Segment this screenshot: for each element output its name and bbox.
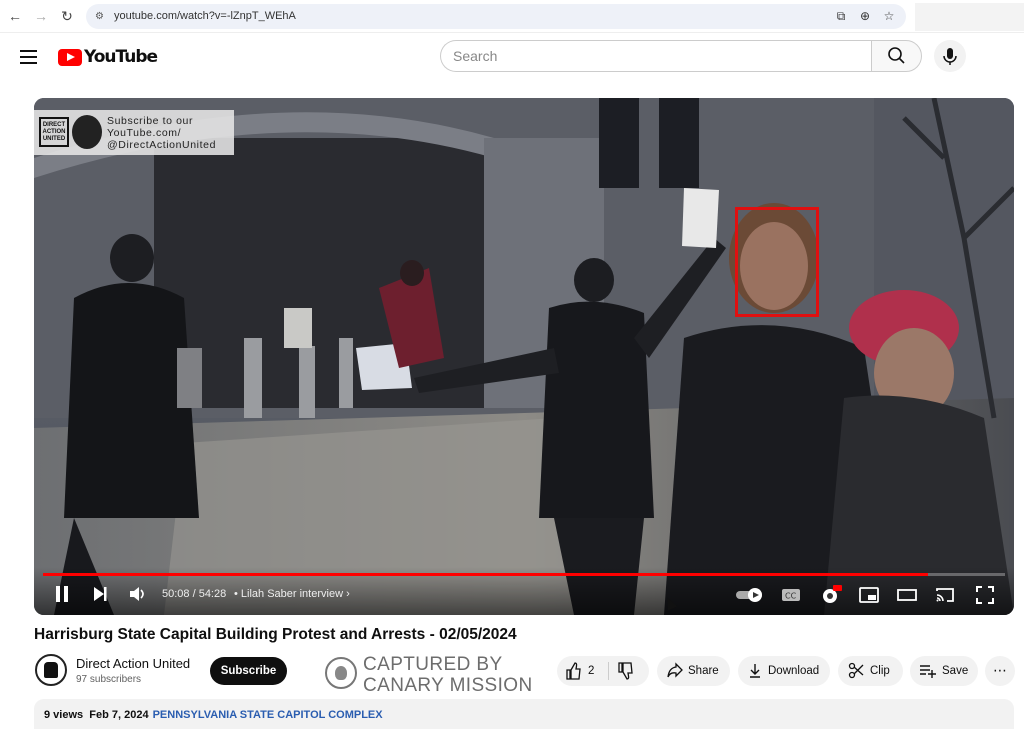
progress-bar[interactable]: [43, 573, 1005, 576]
voice-search-button[interactable]: [934, 40, 966, 72]
clip-button[interactable]: Clip: [838, 656, 903, 686]
save-button[interactable]: Save: [910, 656, 978, 686]
face-highlight-box: [735, 207, 819, 317]
channel-name[interactable]: Direct Action United: [76, 656, 190, 671]
reload-icon[interactable]: ↻: [58, 7, 76, 25]
download-label: Download: [768, 665, 820, 677]
next-icon[interactable]: [90, 585, 110, 609]
autoplay-toggle[interactable]: [734, 587, 766, 609]
time-display: 50:08 / 54:28: [162, 588, 227, 600]
scissors-icon: [848, 656, 864, 694]
watermark-text: CAPTURED BY CANARY MISSION: [363, 654, 533, 696]
watermark-line-1: CAPTURED BY: [363, 654, 503, 675]
forward-arrow-icon[interactable]: →: [32, 7, 50, 25]
chevron-right-icon: ›: [346, 588, 350, 600]
zoom-icon[interactable]: ⊕: [857, 9, 873, 23]
like-icon[interactable]: [566, 656, 582, 694]
video-frame: [34, 98, 1014, 615]
subscribe-button[interactable]: Subscribe: [210, 657, 287, 685]
channel-watermark-overlay: DIRECT ACTION UNITED Subscribe to our Yo…: [34, 110, 234, 155]
like-count[interactable]: 2: [588, 656, 594, 686]
chapter-label: • Lilah Saber interview: [234, 588, 344, 600]
share-arrow-icon: [666, 656, 684, 694]
browser-toolbar: ← → ↻ ⚙ youtube.com/watch?v=-lZnpT_WEhA …: [0, 0, 1024, 33]
site-info-icon[interactable]: ⚙: [95, 11, 107, 22]
miniplayer-icon[interactable]: [858, 587, 880, 609]
search-icon: [888, 47, 905, 64]
address-bar[interactable]: ⚙ youtube.com/watch?v=-lZnpT_WEhA ⧉ ⊕ ☆: [86, 4, 906, 29]
canary-logo-icon: [325, 657, 357, 689]
overlay-line-2: YouTube.com/: [107, 127, 182, 139]
save-label: Save: [942, 665, 969, 677]
search-box: [440, 40, 872, 72]
overlay-line-1: Subscribe to our: [107, 115, 194, 127]
watermark-line-2: CANARY MISSION: [363, 675, 533, 696]
youtube-header: YouTube: [0, 34, 1024, 78]
chapter-title[interactable]: • Lilah Saber interview ›: [234, 588, 350, 600]
back-arrow-icon[interactable]: ←: [6, 7, 24, 25]
add-to-playlist-icon: [919, 656, 937, 694]
like-dislike-group: 2: [557, 656, 649, 686]
theater-mode-icon[interactable]: [896, 587, 918, 609]
search-button[interactable]: [871, 40, 922, 72]
fist-logo-icon: [72, 115, 102, 149]
download-button[interactable]: Download: [738, 656, 830, 686]
download-icon: [748, 656, 762, 694]
dislike-icon[interactable]: [618, 656, 634, 694]
more-actions-icon[interactable]: ⋯: [985, 656, 1015, 686]
install-app-icon[interactable]: ⧉: [833, 9, 849, 24]
settings-gear-icon[interactable]: [820, 585, 842, 611]
direct-action-logo: DIRECT ACTION UNITED: [39, 117, 69, 147]
progress-fill: [43, 573, 929, 576]
microphone-icon: [943, 48, 957, 65]
share-button[interactable]: Share: [657, 656, 730, 686]
description-meta: 9 views Feb 7, 2024 PENNSYLVANIA STATE CA…: [44, 709, 383, 721]
video-title: Harrisburg State Capital Building Protes…: [34, 626, 517, 643]
youtube-logo[interactable]: YouTube: [58, 47, 158, 67]
share-label: Share: [688, 665, 719, 677]
svg-text:CC: CC: [785, 592, 797, 601]
location-tag[interactable]: PENNSYLVANIA STATE CAPITOL COMPLEX: [153, 709, 383, 721]
url-text: youtube.com/watch?v=-lZnpT_WEhA: [114, 10, 296, 22]
upload-date: Feb 7, 2024: [89, 709, 149, 721]
overlay-subscribe-text: Subscribe to our YouTube.com/ @DirectAct…: [107, 115, 216, 151]
subscriber-count: 97 subscribers: [76, 674, 142, 685]
pause-icon[interactable]: [52, 585, 72, 609]
search-input[interactable]: [453, 41, 853, 71]
clip-label: Clip: [870, 665, 890, 677]
logo-text: YouTube: [84, 47, 158, 67]
closed-captions-icon[interactable]: CC: [780, 587, 802, 609]
channel-avatar[interactable]: [35, 654, 67, 686]
menu-icon[interactable]: [20, 50, 37, 64]
like-divider: [608, 662, 609, 680]
cast-icon[interactable]: [934, 587, 956, 609]
overlay-line-3: @DirectActionUnited: [107, 139, 217, 151]
youtube-play-icon: [58, 48, 82, 66]
fullscreen-icon[interactable]: [974, 586, 996, 610]
volume-icon[interactable]: [127, 585, 149, 609]
bookmark-star-icon[interactable]: ☆: [881, 9, 897, 23]
view-count: 9 views: [44, 709, 84, 721]
video-player[interactable]: DIRECT ACTION UNITED Subscribe to our Yo…: [34, 98, 1014, 615]
extensions-area: [915, 3, 1024, 31]
